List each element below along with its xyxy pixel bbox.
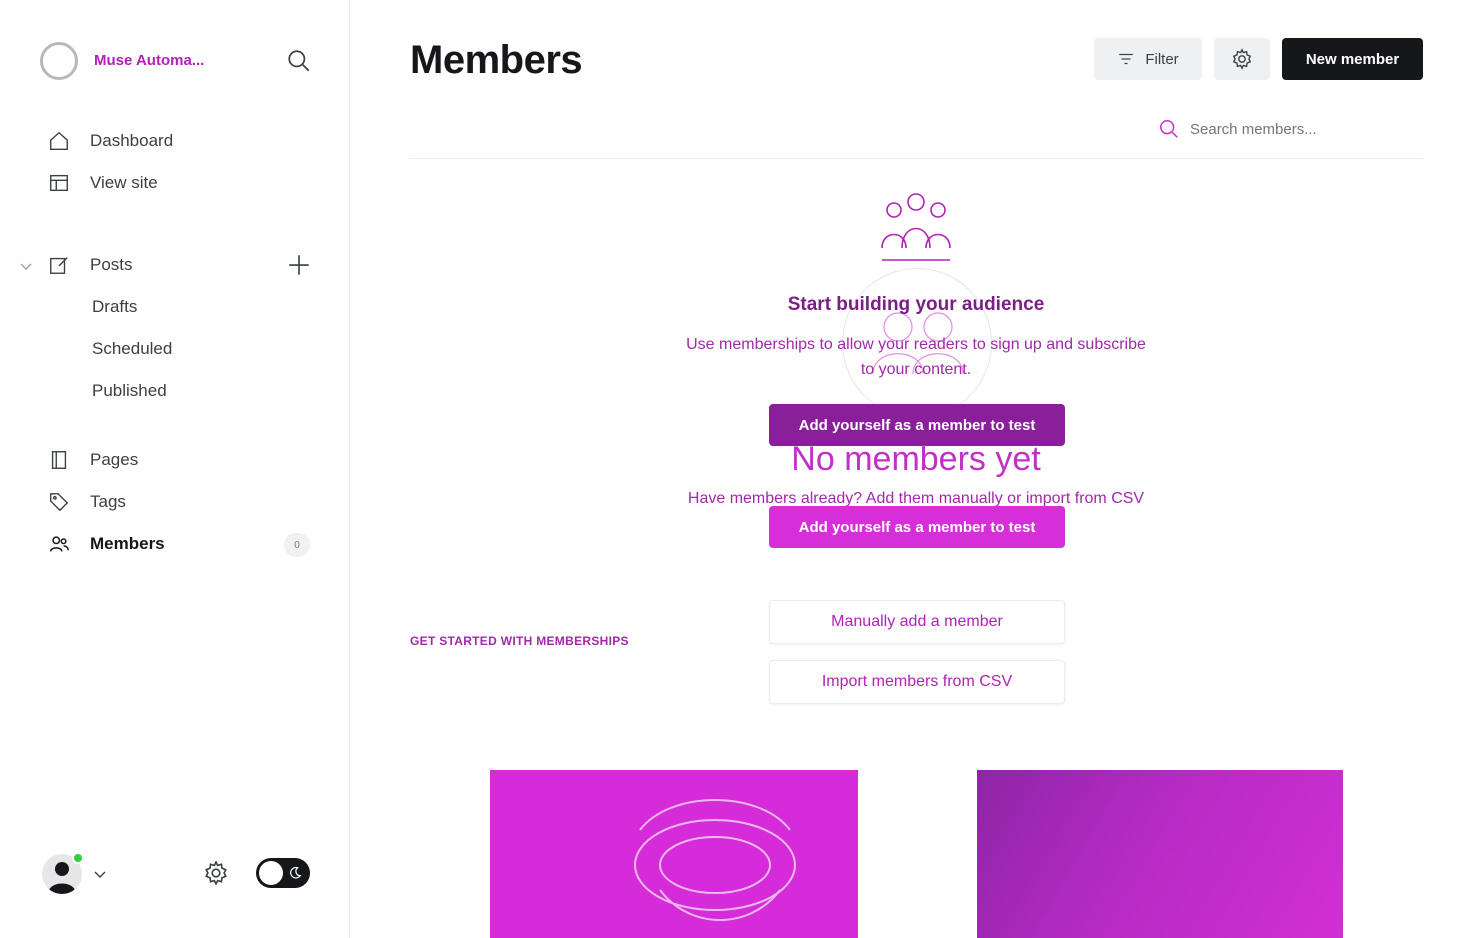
tag-icon	[46, 489, 72, 515]
empty-state-description: Use memberships to allow your readers to…	[686, 336, 1146, 378]
settings-icon[interactable]	[203, 860, 229, 886]
sidebar-item-label: Dashboard	[90, 131, 174, 150]
feature-card-image-2[interactable]	[977, 770, 1343, 938]
sidebar-item-label: View site	[90, 173, 158, 192]
sidebar-item-published[interactable]: Published	[92, 374, 292, 408]
filter-icon	[1119, 53, 1134, 65]
sidebar-item-dashboard[interactable]: Dashboard	[40, 124, 320, 158]
filter-label: Filter	[1145, 50, 1179, 68]
sidebar-item-label: Pages	[90, 450, 139, 469]
chevron-down-icon[interactable]	[92, 866, 108, 882]
sidebar-item-view-site[interactable]: View site	[40, 166, 320, 200]
site-name: Muse Automa...	[94, 52, 205, 69]
no-members-heading: No members yet	[791, 440, 1041, 478]
sidebar-item-label: Posts	[90, 255, 133, 274]
gear-icon	[1232, 48, 1252, 70]
members-icon	[46, 531, 72, 557]
audience-icon	[881, 193, 951, 261]
sidebar-item-pages[interactable]: Pages	[40, 443, 320, 477]
get-started-heading: GET STARTED WITH MEMBERSHIPS	[410, 634, 629, 648]
sidebar-item-drafts[interactable]: Drafts	[92, 290, 292, 324]
sidebar-item-tags[interactable]: Tags	[40, 485, 320, 519]
page-title: Members	[410, 38, 583, 82]
import-csv-button[interactable]: Import members from CSV	[769, 660, 1065, 704]
sidebar-item-posts[interactable]: Posts	[40, 248, 320, 282]
search-icon	[1160, 120, 1178, 138]
header-divider	[410, 158, 1423, 159]
sidebar-item-label: Published	[92, 381, 167, 400]
sidebar-item-members[interactable]: Members	[40, 527, 320, 561]
empty-state-title: Start building your audience	[787, 294, 1045, 315]
members-settings-button[interactable]	[1214, 38, 1270, 80]
new-member-button[interactable]: New member	[1282, 38, 1423, 80]
online-status-dot	[72, 852, 84, 864]
filter-button[interactable]: Filter	[1094, 38, 1202, 80]
manually-add-member-button[interactable]: Manually add a member	[769, 600, 1065, 644]
sidebar-item-label: Scheduled	[92, 339, 173, 358]
members-count-badge: 0	[284, 533, 310, 557]
sidebar: Muse Automa... Dashboard View site Posts…	[0, 0, 350, 938]
layout-icon	[46, 170, 72, 196]
sidebar-item-label: Drafts	[92, 297, 138, 316]
search-icon[interactable]	[286, 48, 312, 74]
home-icon	[46, 128, 72, 154]
edit-icon	[46, 252, 72, 278]
sidebar-item-label: Members	[90, 534, 165, 553]
chevron-down-icon[interactable]	[18, 258, 34, 274]
add-post-icon[interactable]	[286, 252, 312, 278]
add-yourself-button-secondary[interactable]: Add yourself as a member to test	[769, 506, 1065, 548]
moon-icon	[290, 866, 302, 879]
sidebar-item-scheduled[interactable]: Scheduled	[92, 332, 292, 366]
site-logo	[40, 42, 78, 80]
toggle-knob	[259, 861, 283, 885]
sidebar-item-label: Tags	[90, 492, 126, 511]
feature-card-image[interactable]	[490, 770, 858, 938]
page-icon	[46, 447, 72, 473]
search-input[interactable]	[1190, 120, 1390, 138]
member-search[interactable]	[1150, 110, 1423, 148]
dark-mode-toggle[interactable]	[256, 858, 310, 888]
site-brand[interactable]: Muse Automa...	[40, 40, 320, 80]
